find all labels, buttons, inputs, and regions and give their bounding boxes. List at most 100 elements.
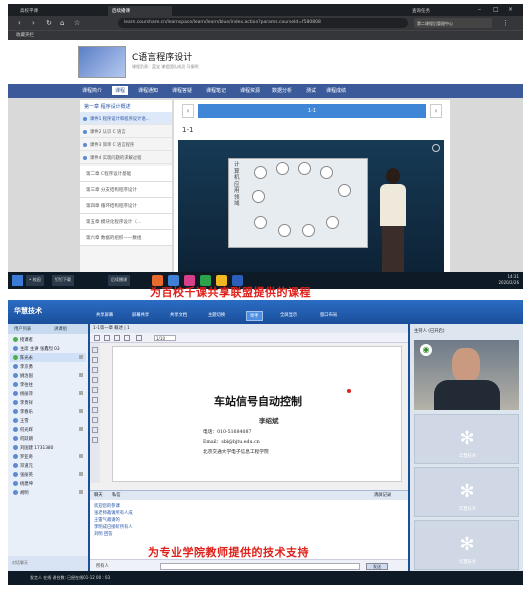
user-row[interactable]: 张丽英 [10,470,86,479]
chapter-item[interactable]: 第二章 C程序设计基础 [80,166,172,182]
chat-input[interactable] [160,563,360,570]
user-row[interactable]: 杨建坤 [10,479,86,488]
back-icon[interactable]: ‹ [18,19,21,27]
private-chat-input[interactable]: 对话聊天 [8,556,88,571]
lesson-item[interactable]: 课件3 简单 C 语言程序 [80,138,172,151]
user-row[interactable]: 李往往 [10,380,86,389]
user-row[interactable]: 胡明 [10,488,86,497]
chapter-item[interactable]: 第六章 数据的组织——数组 [80,230,172,246]
tab-user-list[interactable]: 用户列表 [14,326,31,332]
course-nav-item[interactable]: 课程简介 [82,87,102,94]
document-tabs[interactable]: 1-1第一章 概述 | 1 [90,324,408,333]
raise-hand-button[interactable]: 举手 [246,311,263,321]
toolbar-button[interactable]: 屏幕共享 [132,312,149,318]
user-row[interactable]: 邓道元 [10,461,86,470]
browser-tab-active[interactable]: 后续播课 [108,6,172,16]
chapter-item[interactable]: 第五章 模块化程序设计（... [80,214,172,230]
user-row[interactable]: 何光辉 [10,425,86,434]
maximize-icon[interactable]: □ [493,6,499,13]
tab-private[interactable]: 私信 [112,492,121,498]
toolbar-button[interactable]: 共享文档 [170,312,187,318]
ellipse-tool-icon[interactable] [92,387,98,393]
first-page-icon[interactable] [94,335,100,341]
page-number-field[interactable]: 1/10 [154,335,176,341]
user-row[interactable]: 授课者 [10,335,86,344]
host-camera[interactable]: ◉ [414,340,519,410]
bookmark-folder[interactable]: 收藏夹栏 [16,32,34,38]
star-icon[interactable]: ☆ [74,19,80,27]
taskbar-item[interactable]: • 校园 [26,275,44,286]
prev-page-button[interactable]: ‹ [182,104,194,118]
chapter-header[interactable]: 第一章 程序设计概述 [80,100,172,112]
pen-tool-icon[interactable] [92,357,98,363]
fit-page-icon[interactable] [136,335,142,341]
refresh-icon[interactable]: ↻ [46,19,52,27]
user-row[interactable]: 王雪 [10,416,86,425]
prev-page-icon[interactable] [104,335,110,341]
taskbar-item[interactable]: 后续播课 [108,275,130,286]
close-icon[interactable]: × [508,6,513,13]
taskbar-item[interactable]: 钉钉下载 [52,275,74,286]
toolbar-button[interactable]: 共享屏幕 [96,312,113,318]
start-icon[interactable] [12,275,23,286]
toolbar-button[interactable]: 主题切换 [208,312,225,318]
video-settings-icon[interactable] [432,144,440,152]
video-player[interactable]: 计算机应用领域 [178,140,444,272]
chapter-item[interactable]: 第四章 循环结构程序设计 [80,198,172,214]
course-nav-item-active[interactable]: 课程 [112,86,129,95]
toolbar-button[interactable]: 全屏显示 [280,312,297,318]
page-indicator[interactable]: 1-1 [198,104,426,118]
user-row[interactable]: 李春乐 [10,407,86,416]
chat-recipient[interactable]: 所有人 [96,563,109,569]
tab-chat[interactable]: 聊天 [94,492,103,498]
chapter-item[interactable]: 第三章 分支结构程序设计 [80,182,172,198]
minimize-icon[interactable]: – [478,6,481,13]
rect-tool-icon[interactable] [92,377,98,383]
course-nav-item[interactable]: 数据分析 [272,87,292,94]
toolbar-button[interactable]: 窗口布局 [320,312,337,318]
lesson-item-active[interactable]: 课件1 程序设计和程序设计语... [80,112,172,125]
video-slot[interactable]: ✻ 华慧技术 [414,467,519,517]
undo-tool-icon[interactable] [92,427,98,433]
document-toolbar: 1/10 [90,333,408,343]
eraser-tool-icon[interactable] [92,407,98,413]
send-button[interactable]: 发送 [366,563,388,570]
course-nav-item[interactable]: 课程通知 [138,87,158,94]
user-row[interactable]: 主席 主讲 张鑫烈 03 [10,344,86,353]
extension-button[interactable]: 第二课程后管理中心 [414,18,492,28]
user-row[interactable]: 刘国建 1731380 [10,443,86,452]
next-page-button[interactable]: › [430,104,442,118]
course-nav-item[interactable]: 课程答疑 [172,87,192,94]
video-slot[interactable]: ✻ 华慧技术 [414,414,519,464]
next-page-icon[interactable] [114,335,120,341]
course-nav-item[interactable]: 课程成绩 [326,87,346,94]
course-nav-item[interactable]: 课程笔记 [206,87,226,94]
clear-tool-icon[interactable] [92,437,98,443]
home-icon[interactable]: ⌂ [60,19,64,27]
pointer-tool-icon[interactable] [92,347,98,353]
user-row[interactable]: 李京勇 [10,362,86,371]
line-tool-icon[interactable] [92,367,98,373]
course-nav-item[interactable]: 测试 [306,87,316,94]
user-row[interactable]: 李贵祥 [10,398,86,407]
clear-chat-button[interactable]: 清屏记录 [374,492,391,498]
course-nav-item[interactable]: 课程资源 [240,87,260,94]
video-slot[interactable]: ✻ 华慧技术 [414,520,519,570]
address-bar[interactable]: learn.courshare.cn/learnspace/learn/lear… [118,18,408,28]
forward-icon[interactable]: › [32,19,35,27]
browser-tab[interactable]: 查询任务 [408,6,464,16]
lesson-item[interactable]: 课件2 认识 C 语言 [80,125,172,138]
text-tool-icon[interactable] [92,397,98,403]
lesson-item[interactable]: 课件4 实现问题的求解过程 [80,151,172,164]
color-tool-icon[interactable] [92,417,98,423]
user-row[interactable]: 姚治国 [10,371,86,380]
user-row[interactable]: 何跃朗 [10,434,86,443]
browser-tab[interactable]: 高校平课 [16,6,76,16]
user-row[interactable]: 罗亚奇 [10,452,86,461]
menu-icon[interactable]: ⋮ [502,19,509,27]
user-row-selected[interactable]: 陈光永 [10,353,86,362]
tab-group[interactable]: 讲课组 [54,326,67,332]
user-row[interactable]: 杨丽萍 [10,389,86,398]
last-page-icon[interactable] [124,335,130,341]
slide-page[interactable]: 车站信号自动控制 李绍斌 电话：010-51684087 Email：sbl@b… [112,346,402,482]
